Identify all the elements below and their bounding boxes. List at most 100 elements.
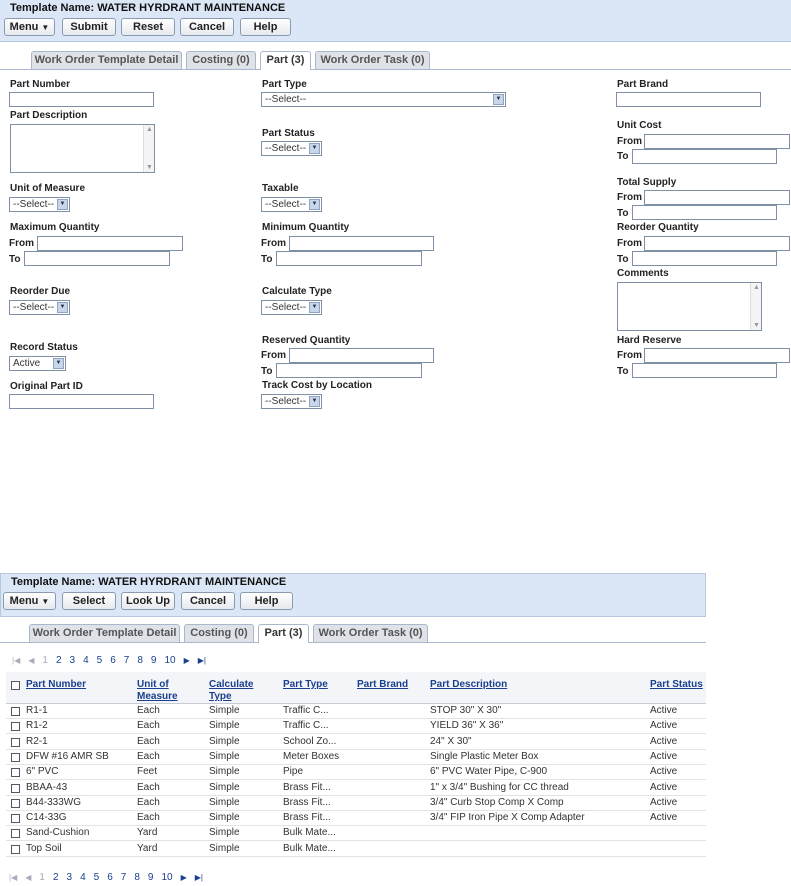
part-status-select[interactable]: --Select-- ▼ [261,141,322,156]
last-page-icon[interactable]: ▶| [195,873,203,882]
col-part-number[interactable]: Part Number [26,679,86,691]
max-qty-from-input[interactable] [37,236,183,251]
page-link[interactable]: 3 [67,872,73,883]
tab-part[interactable]: Part (3) [260,51,311,70]
menu-button[interactable]: Menu ▼ [3,592,56,610]
table-row[interactable]: 6" PVC Feet Simple Pipe 6" PVC Water Pipe, C… [6,765,706,781]
table-row[interactable]: R2-1 Each Simple School Zo... 24" X 30" Activ… [6,735,706,750]
reorder-qty-from-input[interactable] [644,236,790,251]
look-up-button[interactable]: Look Up [121,592,175,610]
res-qty-from-input[interactable] [289,348,434,363]
col-part-status[interactable]: Part Status [650,679,703,691]
unit-cost-from-input[interactable] [644,134,790,149]
next-page-icon[interactable]: ▶ [184,656,190,665]
page-link[interactable]: 4 [83,655,89,666]
res-qty-to-input[interactable] [276,363,422,378]
table-row[interactable]: Top Soil Yard Simple Bulk Mate... [6,842,706,857]
min-qty-from-input[interactable] [289,236,434,251]
original-part-id-input[interactable] [9,394,154,409]
select-all-checkbox[interactable] [11,681,20,690]
max-qty-to-input[interactable] [24,251,170,266]
row-checkbox[interactable] [11,768,20,778]
table-row[interactable]: BBAA-43 Each Simple Brass Fit... 1" x 3/4" B… [6,781,706,796]
hard-reserve-from-input[interactable] [644,348,790,363]
next-page-icon[interactable]: ▶ [181,873,187,882]
page-link[interactable]: 9 [148,872,154,883]
col-part-type[interactable]: Part Type [283,679,328,691]
scrollbar[interactable]: ▲ ▼ [750,283,761,330]
cell-part-description: 24" X 30" [430,735,472,747]
min-qty-to-input[interactable] [276,251,422,266]
row-checkbox[interactable] [11,814,20,824]
scrollbar[interactable]: ▲ ▼ [143,125,154,172]
comments-textarea[interactable]: ▲ ▼ [617,282,762,331]
page-link[interactable]: 7 [124,655,130,666]
unit-of-measure-select[interactable]: --Select-- ▼ [9,197,70,212]
page-link[interactable]: 9 [151,655,157,666]
track-cost-by-location-select[interactable]: --Select-- ▼ [261,394,322,409]
page-link[interactable]: 5 [94,872,100,883]
table-row[interactable]: C14-33G Each Simple Brass Fit... 3/4" FIP Ir… [6,811,706,827]
part-number-input[interactable] [9,92,154,107]
cell-part-status: Active [650,781,678,793]
page-link[interactable]: 6 [107,872,113,883]
page-link[interactable]: 10 [164,655,175,666]
tab-costing[interactable]: Costing (0) [186,51,256,69]
tab-costing[interactable]: Costing (0) [184,624,254,642]
table-row[interactable]: R1-1 Each Simple Traffic C... STOP 30" X 30"… [6,704,706,719]
page-link[interactable]: 4 [80,872,86,883]
hard-reserve-to-input[interactable] [632,363,777,378]
help-button[interactable]: Help [240,592,293,610]
col-part-description[interactable]: Part Description [430,679,507,691]
col-calculate-type[interactable]: Calculate Type [209,679,259,703]
total-supply-to-input[interactable] [632,205,777,220]
row-checkbox[interactable] [11,752,20,762]
row-checkbox[interactable] [11,844,20,854]
unit-cost-to-input[interactable] [632,149,777,164]
row-checkbox[interactable] [11,829,20,839]
calculate-type-select[interactable]: --Select-- ▼ [261,300,322,315]
select-button[interactable]: Select [62,592,116,610]
tab-work-order-template-detail[interactable]: Work Order Template Detail [29,624,180,642]
page-link[interactable]: 10 [161,872,172,883]
submit-button[interactable]: Submit [62,18,116,36]
reorder-qty-to-input[interactable] [632,251,777,266]
page-link[interactable]: 7 [121,872,127,883]
record-status-select[interactable]: Active ▼ [9,356,66,371]
row-checkbox[interactable] [11,722,20,732]
reset-button[interactable]: Reset [121,18,175,36]
menu-button[interactable]: Menu ▼ [4,18,55,36]
taxable-select[interactable]: --Select-- ▼ [261,197,322,212]
total-supply-from-input[interactable] [644,190,790,205]
page-link[interactable]: 8 [137,655,143,666]
row-checkbox[interactable] [11,707,20,716]
row-checkbox[interactable] [11,737,20,747]
row-checkbox[interactable] [11,783,20,793]
part-description-textarea[interactable]: ▲ ▼ [10,124,155,173]
page-link[interactable]: 6 [110,655,116,666]
table-row[interactable]: Sand-Cushion Yard Simple Bulk Mate... [6,826,706,842]
page-link[interactable]: 8 [134,872,140,883]
last-page-icon[interactable]: ▶| [198,656,206,665]
page-link[interactable]: 2 [53,872,59,883]
cancel-button[interactable]: Cancel [181,592,235,610]
col-part-brand[interactable]: Part Brand [357,679,408,691]
tab-part[interactable]: Part (3) [258,624,309,643]
reorder-due-select[interactable]: --Select-- ▼ [9,300,70,315]
col-unit-of-measure[interactable]: Unit of Measure [137,679,187,703]
table-row[interactable]: B44-333WG Each Simple Brass Fit... 3/4" Curb… [6,796,706,811]
table-row[interactable]: R1-2 Each Simple Traffic C... YIELD 36" X 36… [6,719,706,735]
page-link[interactable]: 5 [97,655,103,666]
page-link[interactable]: 2 [56,655,62,666]
page-link[interactable]: 3 [70,655,76,666]
cancel-button[interactable]: Cancel [180,18,234,36]
tab-work-order-task[interactable]: Work Order Task (0) [313,624,428,642]
tab-work-order-template-detail[interactable]: Work Order Template Detail [31,51,182,69]
row-checkbox[interactable] [11,798,20,808]
part-brand-input[interactable] [616,92,761,107]
help-button[interactable]: Help [240,18,291,36]
part-type-select[interactable]: --Select-- ▼ [261,92,506,107]
table-row[interactable]: DFW #16 AMR SB Each Simple Meter Boxes Singl… [6,750,706,765]
tab-work-order-task[interactable]: Work Order Task (0) [315,51,430,69]
res-qty-to-label: To [261,366,273,377]
